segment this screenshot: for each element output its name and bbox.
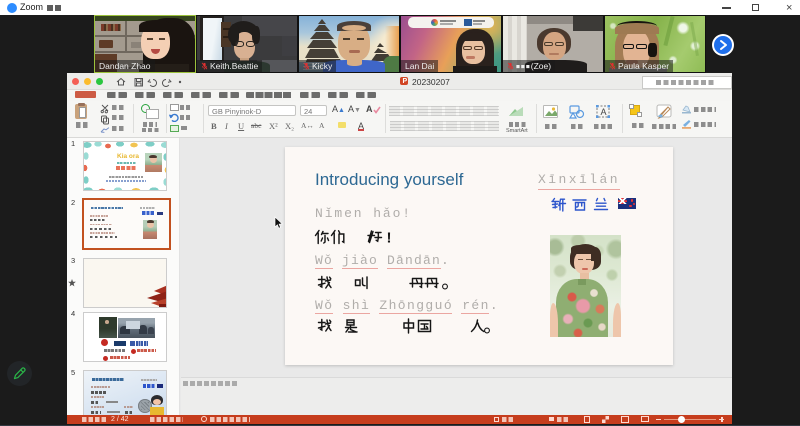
svg-text:!: !	[387, 230, 392, 247]
svg-text:A: A	[601, 107, 607, 117]
